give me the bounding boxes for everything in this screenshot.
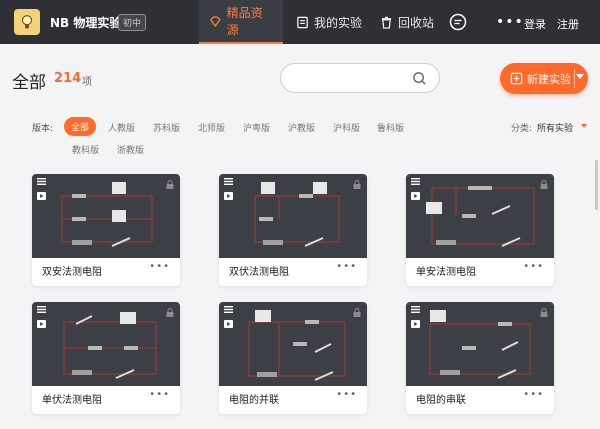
chevron-down-icon[interactable] bbox=[576, 74, 584, 79]
circuit-diagram bbox=[426, 186, 535, 247]
experiment-card[interactable]: 电阻的串联 ••• bbox=[406, 302, 554, 414]
app-logo bbox=[14, 9, 40, 35]
filter-chip[interactable]: 北师版 bbox=[198, 121, 225, 134]
button-divider bbox=[574, 69, 575, 88]
circuit-diagram bbox=[248, 310, 346, 381]
item-count-unit: 项 bbox=[82, 77, 92, 88]
card-more-icon[interactable]: ••• bbox=[523, 389, 544, 400]
circuit-diagram bbox=[61, 182, 153, 247]
scrollbar[interactable] bbox=[595, 160, 598, 210]
nav-recycle-bin[interactable]: 回收站 bbox=[380, 0, 434, 44]
card-title[interactable]: 电阻的串联 bbox=[416, 391, 466, 406]
experiment-card[interactable]: 双安法测电阻 ••• bbox=[32, 174, 180, 286]
app-name: NB 物理实验 bbox=[50, 16, 122, 30]
item-count: 214 bbox=[54, 71, 82, 86]
card-more-icon[interactable]: ••• bbox=[149, 261, 170, 272]
trash-icon bbox=[381, 16, 392, 29]
card-title[interactable]: 单安法测电阻 bbox=[416, 263, 476, 278]
new-document-icon bbox=[510, 72, 523, 85]
card-title[interactable]: 双伏法测电阻 bbox=[229, 263, 289, 278]
filter-chip[interactable]: 沪教版 bbox=[288, 121, 315, 134]
filter-chip[interactable]: 苏科版 bbox=[153, 121, 180, 134]
card-thumbnail[interactable] bbox=[219, 302, 367, 386]
category-chevron-down-icon[interactable] bbox=[581, 124, 587, 128]
register-link[interactable]: 注册 bbox=[557, 16, 579, 32]
nav-my-experiments-label: 我的实验 bbox=[314, 15, 363, 30]
nav-recycle-bin-label: 回收站 bbox=[398, 15, 435, 30]
card-title[interactable]: 单伏法测电阻 bbox=[42, 391, 102, 406]
card-thumbnail[interactable] bbox=[406, 174, 554, 258]
filter-chip[interactable]: 沪科版 bbox=[333, 121, 360, 134]
login-link[interactable]: 登录 bbox=[524, 16, 546, 32]
version-filter-label: 版本: bbox=[32, 124, 54, 134]
level-badge[interactable]: 初中 bbox=[118, 14, 147, 31]
filter-chip[interactable]: 浙教版 bbox=[117, 143, 144, 156]
circuit-diagram bbox=[63, 312, 157, 379]
category-label: 分类: bbox=[511, 124, 533, 134]
card-thumbnail[interactable] bbox=[32, 174, 180, 258]
card-more-icon[interactable]: ••• bbox=[149, 389, 170, 400]
filter-chip[interactable]: 人教版 bbox=[108, 121, 135, 134]
page-title: 全部 bbox=[12, 73, 46, 93]
top-bar: NB 物理实验 初中 精品资源 我的实验 回收站 ••• 登录 注册 bbox=[0, 0, 600, 44]
new-experiment-button[interactable]: 新建实验 bbox=[500, 63, 588, 94]
card-thumbnail[interactable] bbox=[32, 302, 180, 386]
card-title[interactable]: 双安法测电阻 bbox=[42, 263, 102, 278]
experiment-card[interactable]: 单伏法测电阻 ••• bbox=[32, 302, 180, 414]
card-thumbnail[interactable] bbox=[219, 174, 367, 258]
nav-resources-label: 精品资源 bbox=[226, 6, 263, 37]
card-more-icon[interactable]: ••• bbox=[523, 261, 544, 272]
category-select[interactable]: 所有实验 bbox=[537, 121, 573, 134]
chat-icon[interactable] bbox=[448, 12, 468, 32]
search-icon[interactable] bbox=[412, 71, 427, 86]
card-more-icon[interactable]: ••• bbox=[336, 261, 357, 272]
lightbulb-icon bbox=[21, 15, 33, 29]
nav-resources[interactable]: 精品资源 bbox=[199, 0, 283, 44]
filter-chip[interactable]: 沪粤版 bbox=[243, 121, 270, 134]
document-icon bbox=[297, 16, 308, 28]
new-experiment-label: 新建实验 bbox=[527, 72, 571, 86]
experiment-card[interactable]: 电阻的并联 ••• bbox=[219, 302, 367, 414]
experiment-card[interactable]: 单安法测电阻 ••• bbox=[406, 174, 554, 286]
search-input[interactable] bbox=[280, 63, 440, 93]
diamond-icon bbox=[209, 15, 221, 27]
card-more-icon[interactable]: ••• bbox=[336, 389, 357, 400]
circuit-diagram bbox=[429, 310, 531, 379]
circuit-diagram bbox=[254, 182, 340, 247]
experiment-card[interactable]: 双伏法测电阻 ••• bbox=[219, 174, 367, 286]
more-icon[interactable]: ••• bbox=[496, 14, 524, 30]
card-thumbnail[interactable] bbox=[406, 302, 554, 386]
filter-chip[interactable]: 教科版 bbox=[72, 143, 99, 156]
nav-my-experiments[interactable]: 我的实验 bbox=[296, 0, 362, 44]
filter-chip[interactable]: 鲁科版 bbox=[377, 121, 404, 134]
card-title[interactable]: 电阻的并联 bbox=[229, 391, 279, 406]
filter-chip-all[interactable]: 全部 bbox=[64, 117, 97, 136]
